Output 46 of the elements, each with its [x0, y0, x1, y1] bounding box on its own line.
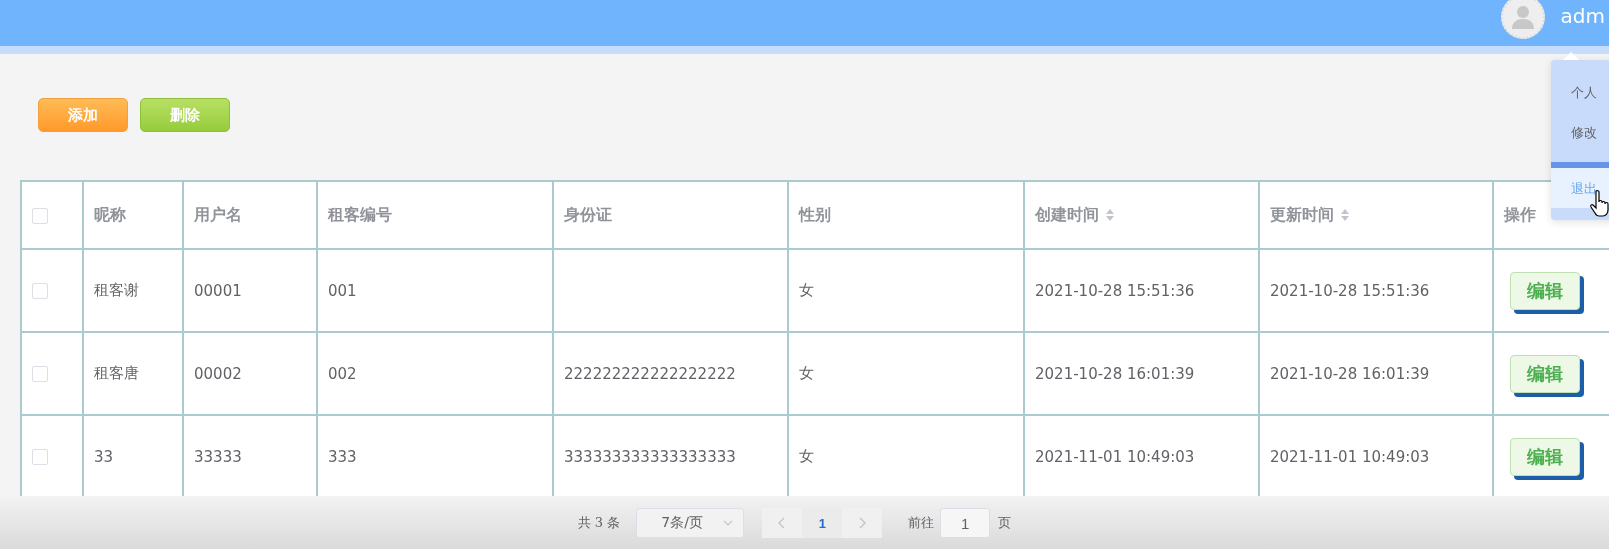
- column-header: 昵称: [94, 204, 126, 226]
- table-cell: 2021-10-28 15:51:36: [1024, 249, 1259, 332]
- next-page-button[interactable]: [842, 508, 883, 538]
- table-cell: 2021-10-28 16:01:39: [1024, 332, 1259, 415]
- table-cell: 00001: [183, 249, 317, 332]
- column-header: 操作: [1504, 204, 1536, 226]
- table-cell: 女: [788, 332, 1024, 415]
- column-header: 创建时间: [1035, 204, 1099, 226]
- row-checkbox[interactable]: [32, 283, 48, 299]
- sort-icon[interactable]: [1340, 208, 1350, 222]
- chevron-left-icon: [778, 517, 787, 529]
- table-cell: 租客唐: [83, 332, 183, 415]
- person-icon: [1510, 4, 1535, 30]
- previous-page-button[interactable]: [762, 508, 803, 538]
- table-cell: 222222222222222222: [553, 332, 788, 415]
- delete-button[interactable]: 删除: [140, 98, 230, 132]
- menu-item[interactable]: 退出: [1551, 168, 1609, 208]
- chevron-right-icon: [858, 517, 867, 529]
- page-input[interactable]: 1: [940, 508, 991, 538]
- column-header: 租客编号: [328, 204, 392, 226]
- avatar[interactable]: [1500, 0, 1545, 39]
- page-suffix: 页: [998, 514, 1012, 532]
- goto-label: 前往: [908, 514, 935, 532]
- menu-item[interactable]: 修改: [1551, 112, 1609, 152]
- table-cell: 女: [788, 249, 1024, 332]
- column-header: 身份证: [564, 204, 612, 226]
- total-count: 共 3 条: [577, 514, 621, 532]
- sort-icon[interactable]: [1105, 208, 1115, 222]
- table-cell: 001: [317, 249, 553, 332]
- menu-item[interactable]: 个人: [1551, 72, 1609, 112]
- select-all-checkbox[interactable]: [32, 208, 48, 224]
- table-cell: 租客谢: [83, 249, 183, 332]
- dropdown-pointer: [1563, 52, 1579, 60]
- caret-icon: [723, 520, 734, 526]
- table-cell: 002: [317, 332, 553, 415]
- row-checkbox[interactable]: [32, 366, 48, 382]
- user-name[interactable]: adm: [1560, 4, 1605, 28]
- column-header: 更新时间: [1270, 204, 1334, 226]
- row-checkbox[interactable]: [32, 449, 48, 465]
- column-header: 用户名: [194, 204, 242, 226]
- table-cell: 2021-10-28 15:51:36: [1259, 249, 1493, 332]
- add-button[interactable]: 添加: [38, 98, 128, 132]
- table-cell: 2021-10-28 16:01:39: [1259, 332, 1493, 415]
- page-size-select[interactable]: 7条/页: [636, 508, 745, 538]
- table-cell: 00002: [183, 332, 317, 415]
- column-header: 性别: [799, 204, 831, 226]
